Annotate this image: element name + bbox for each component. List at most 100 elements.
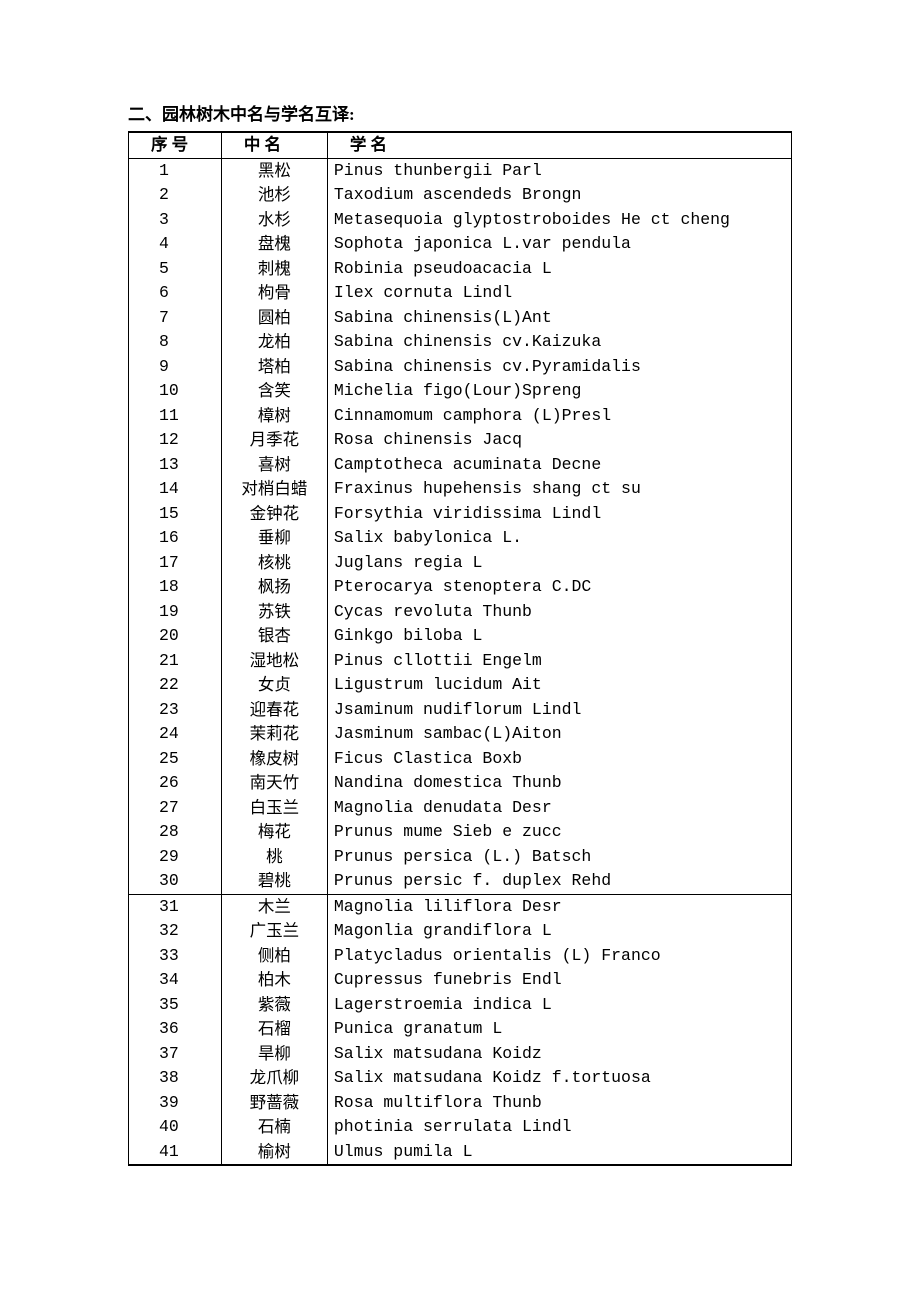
cell-latin-name: Rosa chinensis Jacq: [327, 428, 791, 453]
table-row: 30碧桃Prunus persic f. duplex Rehd: [129, 869, 792, 894]
cell-chinese-name: 广玉兰: [221, 919, 327, 944]
cell-index: 29: [129, 845, 222, 870]
cell-index: 33: [129, 944, 222, 969]
cell-chinese-name: 石榴: [221, 1017, 327, 1042]
table-row: 38龙爪柳Salix matsudana Koidz f.tortuosa: [129, 1066, 792, 1091]
cell-index: 22: [129, 673, 222, 698]
cell-index: 23: [129, 698, 222, 723]
cell-latin-name: Metasequoia glyptostroboides He ct cheng: [327, 208, 791, 233]
cell-latin-name: Prunus persica (L.) Batsch: [327, 845, 791, 870]
cell-chinese-name: 旱柳: [221, 1042, 327, 1067]
cell-index: 16: [129, 526, 222, 551]
table-row: 18枫扬Pterocarya stenoptera C.DC: [129, 575, 792, 600]
cell-chinese-name: 龙柏: [221, 330, 327, 355]
cell-latin-name: Sabina chinensis cv.Pyramidalis: [327, 355, 791, 380]
cell-latin-name: Salix matsudana Koidz f.tortuosa: [327, 1066, 791, 1091]
cell-index: 5: [129, 257, 222, 282]
cell-chinese-name: 对梢白蜡: [221, 477, 327, 502]
cell-chinese-name: 水杉: [221, 208, 327, 233]
table-row: 32广玉兰Magonlia grandiflora L: [129, 919, 792, 944]
table-row: 29桃Prunus persica (L.) Batsch: [129, 845, 792, 870]
cell-latin-name: Nandina domestica Thunb: [327, 771, 791, 796]
cell-chinese-name: 盘槐: [221, 232, 327, 257]
cell-latin-name: Rosa multiflora Thunb: [327, 1091, 791, 1116]
cell-index: 12: [129, 428, 222, 453]
cell-index: 27: [129, 796, 222, 821]
cell-index: 25: [129, 747, 222, 772]
cell-latin-name: Michelia figo(Lour)Spreng: [327, 379, 791, 404]
table-row: 12月季花Rosa chinensis Jacq: [129, 428, 792, 453]
cell-index: 34: [129, 968, 222, 993]
cell-index: 37: [129, 1042, 222, 1067]
cell-chinese-name: 迎春花: [221, 698, 327, 723]
cell-chinese-name: 野蔷薇: [221, 1091, 327, 1116]
cell-index: 35: [129, 993, 222, 1018]
cell-latin-name: Camptotheca acuminata Decne: [327, 453, 791, 478]
cell-chinese-name: 侧柏: [221, 944, 327, 969]
cell-latin-name: photinia serrulata Lindl: [327, 1115, 791, 1140]
cell-latin-name: Pterocarya stenoptera C.DC: [327, 575, 791, 600]
table-row: 4盘槐Sophota japonica L.var pendula: [129, 232, 792, 257]
cell-latin-name: Ulmus pumila L: [327, 1140, 791, 1166]
cell-latin-name: Punica granatum L: [327, 1017, 791, 1042]
cell-latin-name: Ilex cornuta Lindl: [327, 281, 791, 306]
table-row: 37旱柳Salix matsudana Koidz: [129, 1042, 792, 1067]
cell-latin-name: Sabina chinensis(L)Ant: [327, 306, 791, 331]
cell-index: 38: [129, 1066, 222, 1091]
cell-latin-name: Prunus mume Sieb e zucc: [327, 820, 791, 845]
table-row: 23迎春花Jsaminum nudiflorum Lindl: [129, 698, 792, 723]
cell-chinese-name: 碧桃: [221, 869, 327, 894]
cell-latin-name: Lagerstroemia indica L: [327, 993, 791, 1018]
table-header-row: 序 号 中 名 学 名: [129, 132, 792, 158]
table-row: 8龙柏Sabina chinensis cv.Kaizuka: [129, 330, 792, 355]
cell-index: 19: [129, 600, 222, 625]
cell-index: 20: [129, 624, 222, 649]
table-row: 31木兰Magnolia liliflora Desr: [129, 894, 792, 919]
cell-chinese-name: 湿地松: [221, 649, 327, 674]
cell-index: 13: [129, 453, 222, 478]
cell-latin-name: Jasminum sambac(L)Aiton: [327, 722, 791, 747]
cell-latin-name: Taxodium ascendeds Brongn: [327, 183, 791, 208]
cell-index: 40: [129, 1115, 222, 1140]
cell-index: 1: [129, 158, 222, 183]
cell-chinese-name: 含笑: [221, 379, 327, 404]
cell-chinese-name: 月季花: [221, 428, 327, 453]
cell-index: 7: [129, 306, 222, 331]
cell-index: 18: [129, 575, 222, 600]
table-body: 1黑松Pinus thunbergii Parl2池杉Taxodium asce…: [129, 158, 792, 1165]
cell-latin-name: Pinus thunbergii Parl: [327, 158, 791, 183]
table-row: 35紫薇Lagerstroemia indica L: [129, 993, 792, 1018]
cell-latin-name: Salix matsudana Koidz: [327, 1042, 791, 1067]
cell-chinese-name: 核桃: [221, 551, 327, 576]
table-row: 2池杉Taxodium ascendeds Brongn: [129, 183, 792, 208]
cell-chinese-name: 木兰: [221, 894, 327, 919]
cell-latin-name: Cupressus funebris Endl: [327, 968, 791, 993]
cell-latin-name: Fraxinus hupehensis shang ct su: [327, 477, 791, 502]
table-row: 40石楠photinia serrulata Lindl: [129, 1115, 792, 1140]
table-row: 24茉莉花Jasminum sambac(L)Aiton: [129, 722, 792, 747]
cell-latin-name: Ligustrum lucidum Ait: [327, 673, 791, 698]
cell-latin-name: Salix babylonica L.: [327, 526, 791, 551]
col-header-latin: 学 名: [327, 132, 791, 158]
cell-index: 30: [129, 869, 222, 894]
table-row: 28梅花Prunus mume Sieb e zucc: [129, 820, 792, 845]
table-row: 9塔柏Sabina chinensis cv.Pyramidalis: [129, 355, 792, 380]
table-row: 13喜树Camptotheca acuminata Decne: [129, 453, 792, 478]
cell-chinese-name: 枸骨: [221, 281, 327, 306]
cell-chinese-name: 南天竹: [221, 771, 327, 796]
table-row: 41榆树Ulmus pumila L: [129, 1140, 792, 1166]
cell-latin-name: Sabina chinensis cv.Kaizuka: [327, 330, 791, 355]
table-row: 10含笑Michelia figo(Lour)Spreng: [129, 379, 792, 404]
cell-chinese-name: 龙爪柳: [221, 1066, 327, 1091]
cell-index: 17: [129, 551, 222, 576]
table-row: 34柏木Cupressus funebris Endl: [129, 968, 792, 993]
cell-chinese-name: 金钟花: [221, 502, 327, 527]
cell-chinese-name: 银杏: [221, 624, 327, 649]
table-row: 16垂柳Salix babylonica L.: [129, 526, 792, 551]
cell-index: 36: [129, 1017, 222, 1042]
cell-index: 28: [129, 820, 222, 845]
cell-chinese-name: 池杉: [221, 183, 327, 208]
table-row: 7圆柏Sabina chinensis(L)Ant: [129, 306, 792, 331]
document-title: 二、园林树木中名与学名互译:: [128, 100, 792, 125]
table-row: 11樟树Cinnamomum camphora (L)Presl: [129, 404, 792, 429]
